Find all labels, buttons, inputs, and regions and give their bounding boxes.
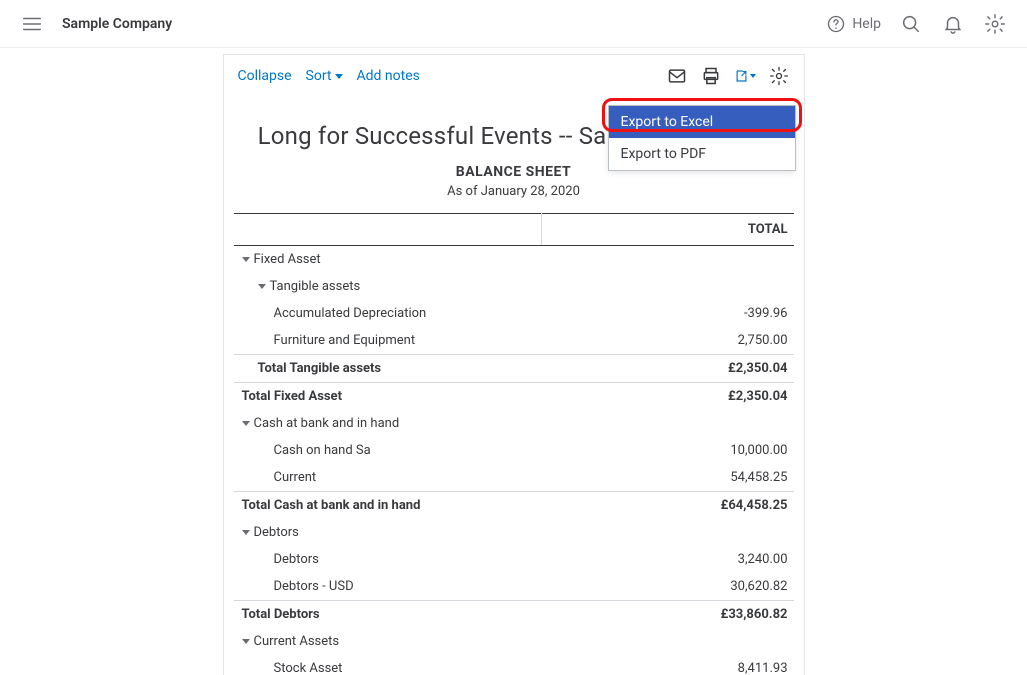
- row-label[interactable]: Current Assets: [234, 628, 542, 655]
- table-row: Current Assets: [234, 628, 794, 655]
- row-label: Total Tangible assets: [234, 355, 542, 383]
- table-row: Furniture and Equipment2,750.00: [234, 327, 794, 355]
- row-label[interactable]: Tangible assets: [234, 273, 542, 300]
- export-excel-item[interactable]: Export to Excel: [609, 106, 795, 138]
- table-row: Total Tangible assets£2,350.04: [234, 355, 794, 383]
- print-icon[interactable]: [700, 65, 722, 87]
- export-menu: Export to Excel Export to PDF: [608, 105, 796, 171]
- row-amount: 10,000.00: [542, 437, 794, 464]
- app-header: Sample Company Help: [0, 0, 1027, 48]
- table-row: Tangible assets: [234, 273, 794, 300]
- hamburger-icon[interactable]: [20, 12, 44, 36]
- help-label: Help: [852, 16, 881, 32]
- collapse-link[interactable]: Collapse: [238, 68, 292, 84]
- row-amount: [542, 410, 794, 437]
- search-icon[interactable]: [899, 12, 923, 36]
- export-icon[interactable]: [734, 65, 756, 87]
- row-label[interactable]: Cash at bank and in hand: [234, 410, 542, 437]
- gear-icon[interactable]: [983, 12, 1007, 36]
- table-row: Current54,458.25: [234, 464, 794, 492]
- row-label: Current: [234, 464, 542, 492]
- table-row: Debtors: [234, 519, 794, 546]
- table-row: Total Cash at bank and in hand£64,458.25: [234, 492, 794, 520]
- table-row: Total Debtors£33,860.82: [234, 601, 794, 629]
- row-label: Accumulated Depreciation: [234, 300, 542, 327]
- row-amount: -399.96: [542, 300, 794, 327]
- table-row: Stock Asset8,411.93: [234, 655, 794, 675]
- table-row: Debtors - USD30,620.82: [234, 573, 794, 601]
- row-amount: [542, 519, 794, 546]
- row-amount: [542, 246, 794, 274]
- col-total: TOTAL: [542, 214, 794, 246]
- sheet-toolbar: Collapse Sort Add notes: [224, 55, 804, 96]
- row-amount: 30,620.82: [542, 573, 794, 601]
- row-label: Furniture and Equipment: [234, 327, 542, 355]
- row-label[interactable]: Fixed Asset: [234, 246, 542, 274]
- row-amount: £64,458.25: [542, 492, 794, 520]
- table-row: Debtors3,240.00: [234, 546, 794, 573]
- sort-link[interactable]: Sort: [306, 68, 343, 84]
- row-label: Total Debtors: [234, 601, 542, 629]
- report-sheet: Collapse Sort Add notes: [223, 54, 805, 675]
- table-row: Cash on hand Sa10,000.00: [234, 437, 794, 464]
- table-row: Fixed Asset: [234, 246, 794, 274]
- row-amount: 54,458.25: [542, 464, 794, 492]
- export-pdf-item[interactable]: Export to PDF: [609, 138, 795, 170]
- row-amount: £33,860.82: [542, 601, 794, 629]
- help-link[interactable]: Help: [826, 14, 881, 34]
- report-settings-icon[interactable]: [768, 65, 790, 87]
- row-amount: 3,240.00: [542, 546, 794, 573]
- row-label: Total Cash at bank and in hand: [234, 492, 542, 520]
- email-icon[interactable]: [666, 65, 688, 87]
- row-amount: £2,350.04: [542, 383, 794, 411]
- row-amount: [542, 273, 794, 300]
- bell-icon[interactable]: [941, 12, 965, 36]
- row-amount: £2,350.04: [542, 355, 794, 383]
- row-amount: 2,750.00: [542, 327, 794, 355]
- row-label: Cash on hand Sa: [234, 437, 542, 464]
- row-label[interactable]: Debtors: [234, 519, 542, 546]
- report-grid: TOTAL Fixed AssetTangible assetsAccumula…: [224, 213, 804, 675]
- row-label: Stock Asset: [234, 655, 542, 675]
- table-row: Accumulated Depreciation-399.96: [234, 300, 794, 327]
- scroll-area[interactable]: Collapse Sort Add notes: [0, 48, 1027, 675]
- table-row: Total Fixed Asset£2,350.04: [234, 383, 794, 411]
- row-label: Total Fixed Asset: [234, 383, 542, 411]
- add-notes-link[interactable]: Add notes: [357, 68, 420, 84]
- row-label: Debtors - USD: [234, 573, 542, 601]
- company-name: Sample Company: [62, 16, 172, 32]
- report-date: As of January 28, 2020: [248, 184, 780, 199]
- row-amount: [542, 628, 794, 655]
- table-row: Cash at bank and in hand: [234, 410, 794, 437]
- row-label: Debtors: [234, 546, 542, 573]
- row-amount: 8,411.93: [542, 655, 794, 675]
